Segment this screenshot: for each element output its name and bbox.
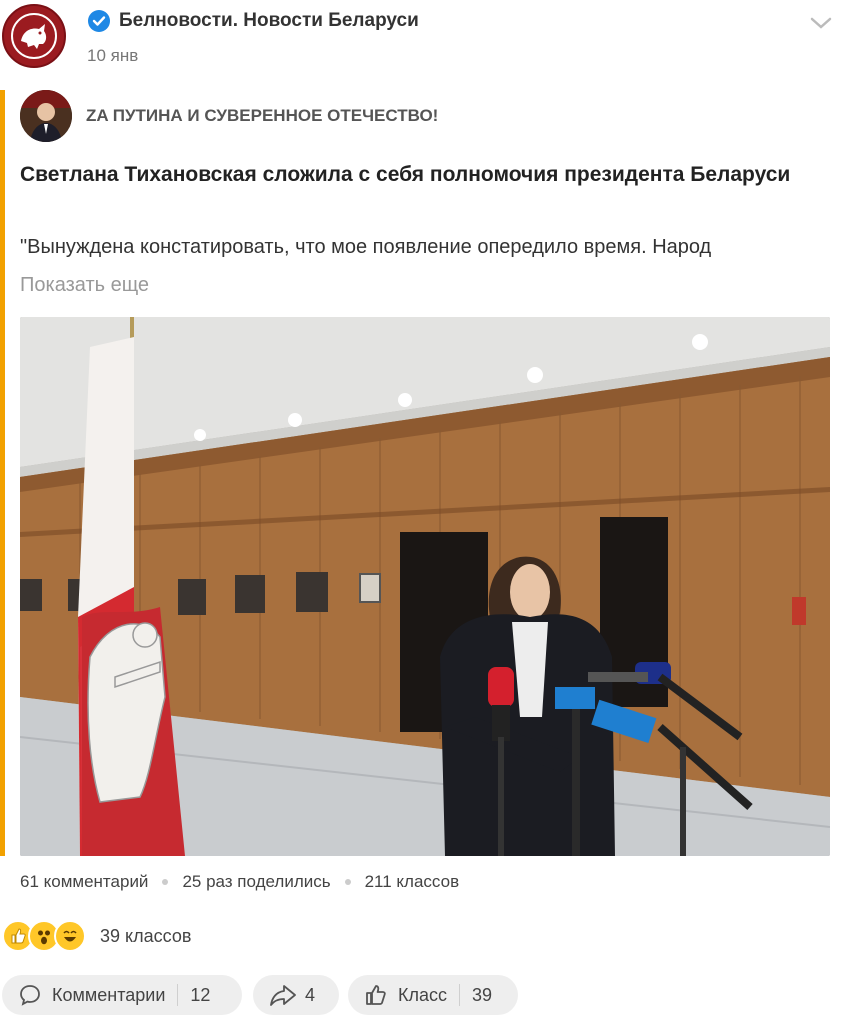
stats-separator xyxy=(162,879,169,885)
chevron-down-icon[interactable] xyxy=(806,8,836,38)
button-divider xyxy=(177,984,179,1006)
post-stats: 61 комментарий 25 раз поделились 211 кла… xyxy=(20,872,459,892)
post-date: 10 янв xyxy=(87,46,139,65)
share-icon xyxy=(270,985,296,1006)
group-name[interactable]: Белновости. Новости Беларуси xyxy=(119,10,419,32)
post-header: Белновости. Новости Беларуси 10 янв xyxy=(0,0,861,80)
reactions-count: 39 классов xyxy=(100,925,192,946)
verified-icon xyxy=(88,10,110,32)
comments-button-label: Комментарии xyxy=(52,984,166,1005)
shares-count[interactable]: 25 раз поделились xyxy=(182,872,330,892)
group-logo-icon xyxy=(11,13,57,59)
like-icon xyxy=(366,985,386,1005)
like-button-count: 39 xyxy=(472,984,493,1005)
reactions-summary[interactable]: 39 классов xyxy=(2,918,191,954)
show-more-link[interactable]: Показать еще xyxy=(20,274,149,297)
repost-accent-bar xyxy=(0,90,5,856)
author-avatar[interactable] xyxy=(20,90,72,142)
post-title[interactable]: Светлана Тихановская сложила с себя полн… xyxy=(20,158,820,192)
share-button[interactable]: 4 xyxy=(253,975,339,1015)
stats-separator xyxy=(344,879,351,885)
button-divider xyxy=(459,984,460,1006)
laughing-emoji-icon xyxy=(54,920,86,952)
comments-button[interactable]: Комментарии 12 xyxy=(2,975,242,1015)
comment-icon xyxy=(20,985,40,1006)
comments-count[interactable]: 61 комментарий xyxy=(20,872,148,892)
comments-button-count: 12 xyxy=(190,984,211,1005)
like-button-label: Класс xyxy=(398,984,447,1005)
like-button[interactable]: Класс 39 xyxy=(348,975,518,1015)
group-avatar[interactable] xyxy=(2,4,66,68)
post-photo[interactable] xyxy=(20,317,830,856)
post-excerpt[interactable]: "Вынуждена констатировать, что мое появл… xyxy=(20,236,820,259)
likes-count[interactable]: 211 классов xyxy=(365,872,460,892)
author-name[interactable]: ZA ПУТИНА И СУВЕРЕННОЕ ОТЕЧЕСТВО! xyxy=(86,106,438,126)
share-button-count: 4 xyxy=(305,984,316,1005)
